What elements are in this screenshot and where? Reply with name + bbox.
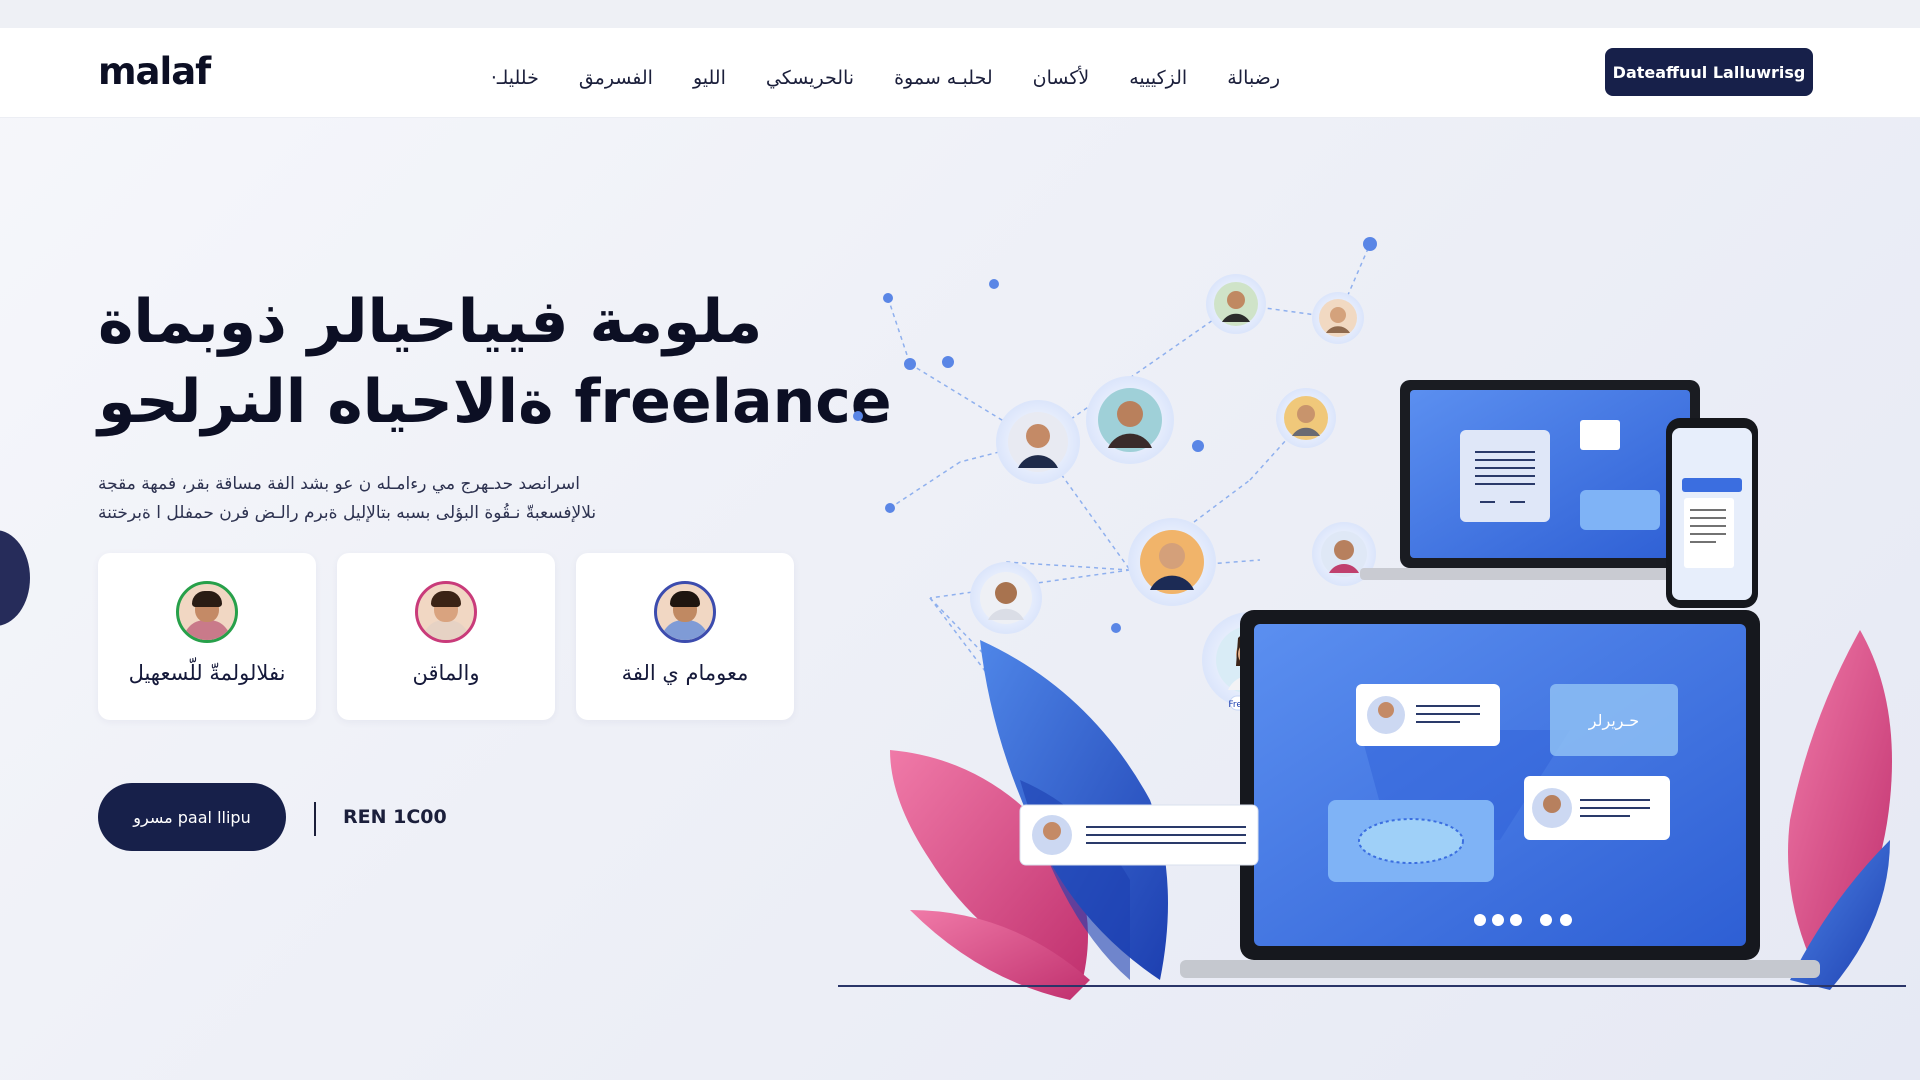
hero-subtitle: اسرانصد حدـهرج مي رءامـله ن عو بشد الفة … (98, 470, 698, 528)
header-cta-button[interactable]: Dateaffuul Lalluwrisg (1605, 48, 1813, 96)
node-avatar-2 (1312, 292, 1364, 344)
node-avatar-3 (996, 400, 1080, 484)
main-nav: رضبالة الزكيييه لأكسان لحلبـه سموة نالحر… (430, 58, 1280, 98)
price-label: REN 1C00 (343, 806, 447, 828)
avatar (415, 581, 477, 643)
hero-title: ملومة فيياحيالر ذوبماة ةالاحياه النرلحو … (98, 282, 892, 442)
hero-title-line-1: ملومة فيياحيالر ذوبماة (98, 287, 763, 357)
network-devices-illustration: Freelance (838, 237, 1906, 1000)
floating-profile-card (1019, 804, 1259, 866)
feature-card-label: والماقن (412, 661, 480, 685)
feature-card-3[interactable]: معومام ي الفة (576, 553, 794, 720)
node-avatar-1 (1206, 274, 1266, 334)
hero-cta-button[interactable]: مسرو paal llipu (98, 783, 286, 851)
hero-title-line-2: ةالاحياه النرلحو freelance (98, 367, 892, 437)
nav-link-6[interactable]: الليو (693, 67, 726, 89)
screen-tag-label: حـريرلر (1588, 711, 1639, 731)
feature-card-1[interactable]: نفلالولمةّ للّسعهيل (98, 553, 316, 720)
feature-card-label: نفلالولمةّ للّسعهيل (128, 661, 286, 685)
browser-top-strip (0, 0, 1920, 28)
feature-card-label: معومام ي الفة (621, 661, 749, 685)
hero-illustration: Freelance (830, 220, 1920, 1000)
node-avatar-5 (1276, 388, 1336, 448)
navbar: malaf رضبالة الزكيييه لأكسان لحلبـه سموة… (0, 28, 1920, 118)
brand-logo[interactable]: malaf (98, 50, 211, 93)
hero-subtitle-line-1: اسرانصد حدـهرج مي رءامـله ن عو بشد الفة … (98, 474, 580, 494)
nav-link-1[interactable]: رضبالة (1227, 67, 1280, 89)
nav-link-5[interactable]: نالحريسكي (766, 67, 854, 89)
nav-link-2[interactable]: الزكيييه (1129, 67, 1187, 89)
feature-card-2[interactable]: والماقن (337, 553, 555, 720)
nav-link-4[interactable]: لحلبـه سموة (894, 67, 993, 89)
avatar (176, 581, 238, 643)
nav-link-3[interactable]: لأكسان (1033, 67, 1090, 89)
nav-link-8[interactable]: خلليلـ· (491, 67, 539, 89)
nav-link-7[interactable]: الفسرمق (579, 67, 653, 89)
hero-subtitle-line-2: نلالإفسعبةّ نـقُوة البؤلى بسبه بتالإليل … (98, 503, 597, 523)
feature-cards: نفلالولمةّ للّسعهيل والماقن معومام ي الف… (98, 553, 794, 720)
node-avatar-6 (1128, 518, 1216, 606)
avatar (654, 581, 716, 643)
node-avatar-4 (1086, 376, 1174, 464)
node-avatar-8 (970, 562, 1042, 634)
decorative-side-shape (0, 530, 30, 626)
divider (314, 802, 316, 836)
laptop-large: حـريرلر (1180, 610, 1820, 978)
phone-device (1666, 418, 1758, 608)
